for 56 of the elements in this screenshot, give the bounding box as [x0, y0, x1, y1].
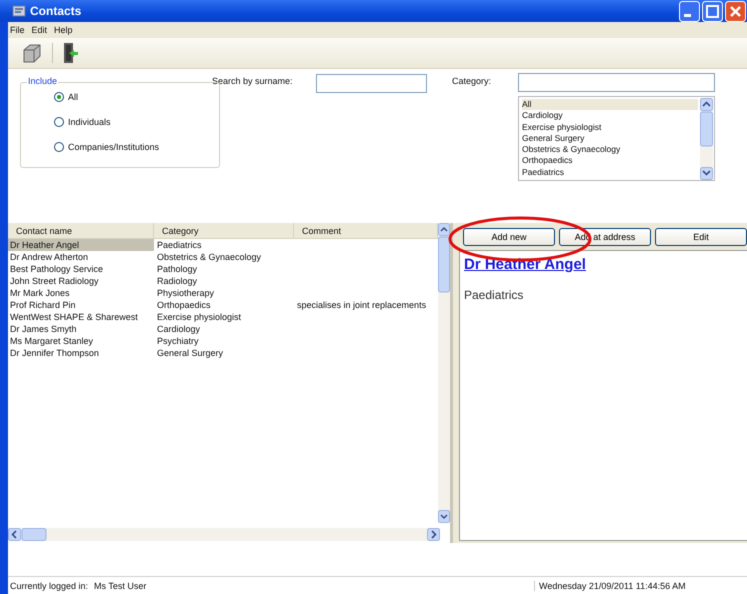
radio-label: Companies/Institutions	[68, 142, 160, 152]
table-cell-text: specialises in joint replacements	[296, 299, 428, 311]
action-button[interactable]: Add new	[463, 228, 555, 246]
table-cell-text: Dr Andrew Atherton	[9, 251, 90, 263]
radio-label: All	[68, 92, 78, 102]
menu-item[interactable]: Help	[54, 25, 73, 35]
table-cell-text: Paediatrics	[156, 239, 203, 251]
list-item[interactable]: Orthopaedics	[522, 155, 698, 167]
list-item[interactable]: Cardiology	[522, 110, 698, 122]
table-cell-text: Psychiatry	[156, 335, 200, 347]
status-label: Currently logged in:	[10, 580, 88, 590]
table-cell-text: Physiotherapy	[156, 287, 216, 299]
status-user: Ms Test User	[94, 580, 146, 590]
radio-button[interactable]	[54, 92, 64, 102]
list-item[interactable]: General Surgery	[522, 132, 698, 144]
radio-button[interactable]	[54, 117, 64, 127]
minimize-icon[interactable]	[679, 0, 700, 22]
search-label: Search by surname:	[212, 76, 293, 86]
menu-item[interactable]: File	[10, 25, 25, 35]
radio-label: Individuals	[68, 117, 111, 127]
table-cell-text: Ms Margaret Stanley	[9, 335, 94, 347]
table-cell-text: Obstetrics & Gynaecology	[156, 251, 262, 263]
window-title: Contacts	[30, 4, 82, 18]
list-item[interactable]: Exercise physiologist	[522, 122, 698, 133]
action-button[interactable]: Edit	[655, 228, 747, 246]
column-header[interactable]: Category	[154, 223, 294, 238]
table-cell-text: Dr James Smyth	[9, 323, 78, 335]
table-cell-text: Mr Mark Jones	[9, 287, 71, 299]
search-field[interactable]	[316, 74, 427, 93]
list-item[interactable]: Paediatrics	[522, 166, 698, 178]
category-label: Category:	[452, 76, 492, 86]
status-datetime: Wednesday 21/09/2011 11:44:56 AM	[534, 580, 735, 590]
list-item[interactable]: Obstetrics & Gynaecology	[522, 144, 698, 156]
category-field[interactable]	[518, 73, 715, 92]
table-cell-text: Best Pathology Service	[9, 263, 104, 275]
table-cell-text: Pathology	[156, 263, 198, 275]
column-header[interactable]: Contact name	[8, 223, 154, 238]
exit-door-icon[interactable]	[61, 42, 79, 64]
table-cell-text: Exercise physiologist	[156, 311, 242, 323]
table-cell-text: John Street Radiology	[9, 275, 100, 287]
menu-item[interactable]: Edit	[32, 25, 48, 35]
contact-category: Paediatrics	[464, 288, 524, 302]
table-cell-text: WentWest SHAPE & Sharewest	[9, 311, 139, 323]
radio-button[interactable]	[54, 142, 64, 152]
maximize-icon[interactable]	[702, 0, 723, 22]
table-cell-text: Cardiology	[156, 323, 202, 335]
list-item[interactable]: All	[522, 99, 698, 110]
group-label: Include	[27, 76, 58, 86]
table-cell-text: Radiology	[156, 275, 198, 287]
close-icon[interactable]	[725, 0, 746, 22]
table-cell-text: General Surgery	[156, 347, 224, 359]
table-cell-text: Dr Jennifer Thompson	[9, 347, 100, 359]
window-icon	[12, 4, 26, 18]
table-cell-text: Prof Richard Pin	[9, 299, 77, 311]
table-cell-text: Orthopaedics	[156, 299, 212, 311]
table-cell: Dr Heather Angel	[8, 239, 154, 251]
